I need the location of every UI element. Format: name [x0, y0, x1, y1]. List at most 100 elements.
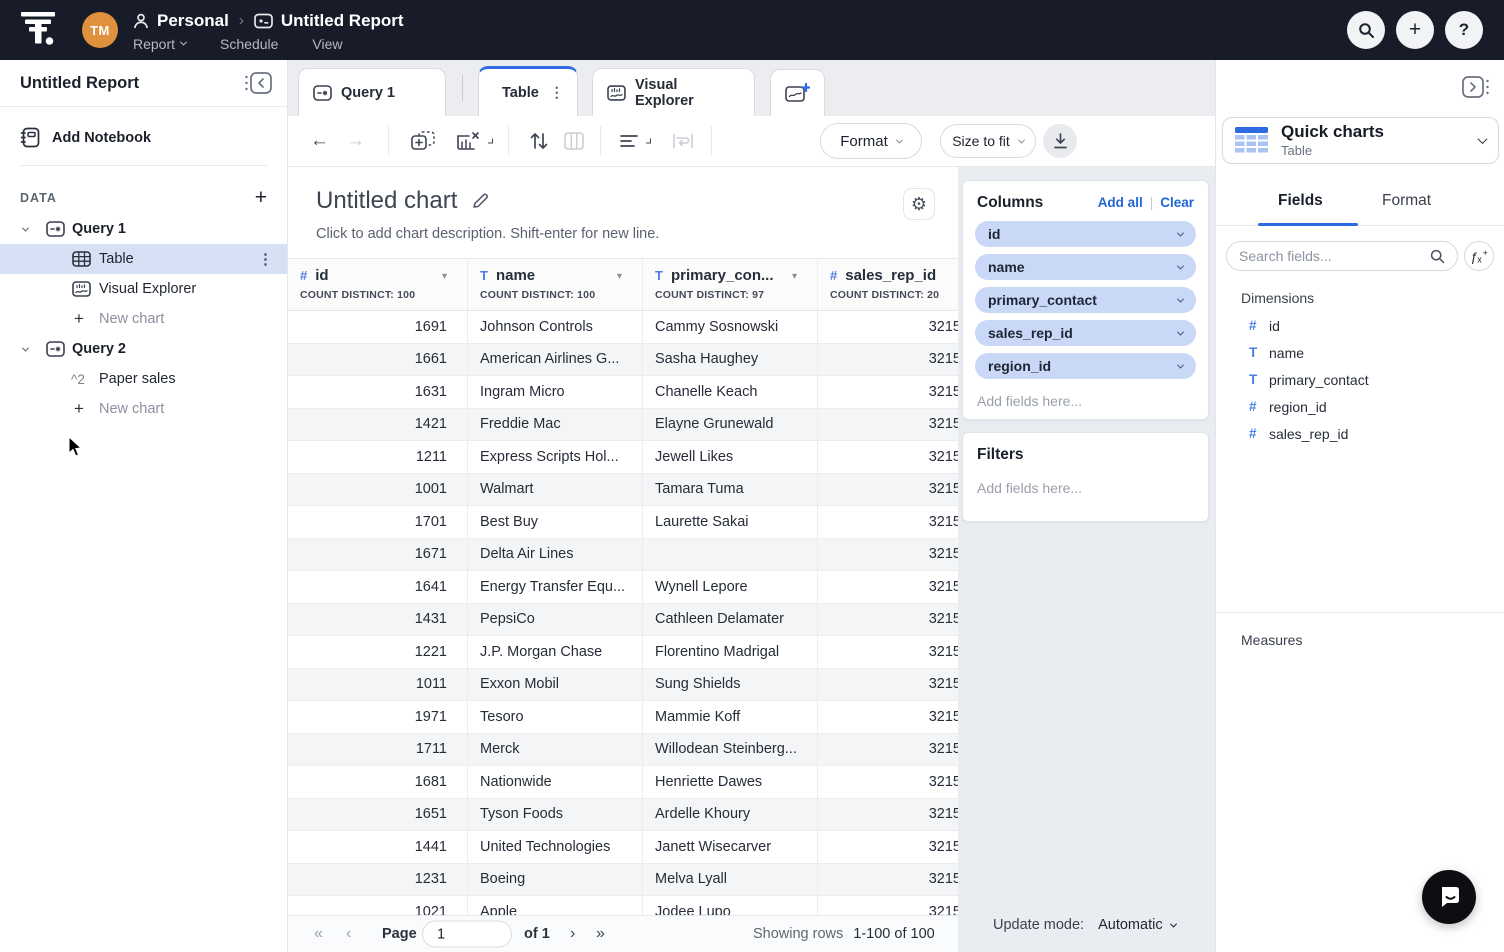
column-pill[interactable]: region_id — [975, 353, 1196, 379]
column-menu-icon[interactable]: ▾ — [442, 271, 447, 282]
divider — [388, 126, 389, 156]
chevron-down-icon[interactable] — [488, 139, 493, 144]
dimension-field[interactable]: T name — [1216, 339, 1504, 366]
tab-menu-button[interactable]: ⋮ — [550, 84, 564, 101]
column-header-id[interactable]: #id ▾ COUNT DISTINCT: 100 — [288, 259, 468, 310]
column-pill[interactable]: primary_contact — [975, 287, 1196, 313]
report-icon — [254, 13, 273, 29]
search-button[interactable] — [1347, 11, 1385, 49]
measures-label: Measures — [1241, 632, 1302, 648]
last-page-button[interactable]: » — [596, 925, 605, 943]
column-header-primary-contact[interactable]: Tprimary_con... ▾ COUNT DISTINCT: 97 — [643, 259, 818, 310]
column-pills: id name primary_contact sales_rep_id reg… — [963, 221, 1208, 379]
page-input[interactable] — [422, 921, 512, 948]
redo-button[interactable]: → — [346, 130, 365, 152]
column-settings-button[interactable] — [564, 132, 584, 150]
tab-fields[interactable]: Fields — [1278, 192, 1323, 210]
download-button[interactable] — [1043, 124, 1077, 158]
topbar: TM Personal › Untitled Report Report Sch… — [0, 0, 1504, 60]
cell-primary-contact: Melva Lyall — [643, 864, 818, 896]
collapse-panel-button[interactable] — [1461, 75, 1491, 99]
row-menu-button[interactable]: ⋮ — [258, 250, 273, 268]
cell-name: J.P. Morgan Chase — [468, 636, 643, 668]
avatar[interactable]: TM — [82, 12, 118, 48]
cell-name: Tyson Foods — [468, 799, 643, 831]
chat-support-button[interactable] — [1422, 870, 1476, 924]
cell-id: 1651 — [288, 799, 468, 831]
add-notebook-button[interactable]: Add Notebook — [20, 127, 267, 148]
column-aggregate: COUNT DISTINCT: 20 — [830, 289, 965, 301]
dimension-field[interactable]: # sales_rep_id — [1216, 420, 1504, 447]
column-header-sales-rep-id[interactable]: #sales_rep_id COUNT DISTINCT: 20 — [818, 259, 978, 310]
app-logo-icon[interactable] — [20, 10, 58, 50]
filters-drop-placeholder[interactable]: Add fields here... — [963, 473, 1208, 503]
tab-visual-explorer[interactable]: Visual Explorer — [592, 68, 755, 116]
cell-primary-contact: Laurette Sakai — [643, 506, 818, 538]
add-data-button[interactable]: + — [255, 187, 267, 208]
chart-title[interactable]: Untitled chart — [316, 187, 457, 215]
column-pill[interactable]: name — [975, 254, 1196, 280]
tab-format[interactable]: Format — [1382, 192, 1431, 210]
text-wrap-button[interactable] — [672, 133, 694, 149]
help-button[interactable]: ? — [1445, 11, 1483, 49]
column-header-name[interactable]: Tname ▾ COUNT DISTINCT: 100 — [468, 259, 643, 310]
mouse-cursor — [68, 436, 83, 457]
menu-schedule[interactable]: Schedule — [220, 36, 278, 52]
search-fields-input[interactable] — [1239, 248, 1430, 264]
report-title: Untitled Report — [20, 74, 139, 93]
table-icon — [72, 251, 91, 267]
menu-view[interactable]: View — [312, 36, 342, 52]
cell-name: Express Scripts Hol... — [468, 441, 643, 473]
dimension-field[interactable]: # id — [1216, 312, 1504, 339]
previous-page-button[interactable]: ‹ — [346, 925, 351, 943]
sidebar-item-table[interactable]: Table ⋮ — [0, 244, 287, 274]
first-page-button[interactable]: « — [314, 925, 323, 943]
clear-link[interactable]: Clear — [1160, 195, 1194, 210]
columns-drop-placeholder[interactable]: Add fields here... — [963, 386, 1208, 416]
align-button[interactable] — [620, 134, 638, 148]
sidebar-item-new-chart-query1[interactable]: + New chart — [0, 304, 287, 334]
edit-title-button[interactable] — [471, 192, 489, 210]
size-to-fit-button[interactable]: Size to fit — [940, 124, 1036, 158]
remove-column-button[interactable] — [456, 131, 480, 151]
breadcrumb-report[interactable]: Untitled Report — [281, 11, 404, 31]
search-fields-box[interactable] — [1226, 241, 1458, 271]
new-chart-tab-button[interactable] — [770, 69, 825, 116]
cell-primary-contact: Florentino Madrigal — [643, 636, 818, 668]
chart-type-selector[interactable]: Quick charts Table — [1222, 117, 1499, 164]
sidebar-item-visual-explorer[interactable]: Visual Explorer — [0, 274, 287, 304]
fields-format-tabs: Fields Format — [1216, 182, 1504, 226]
showing-rows-label: Showing rows — [753, 926, 843, 942]
add-formula-button[interactable]: ƒₓ+ — [1464, 241, 1494, 271]
next-page-button[interactable]: › — [570, 925, 575, 943]
collapse-sidebar-button[interactable] — [243, 71, 273, 95]
column-pill[interactable]: sales_rep_id — [975, 320, 1196, 346]
tab-query1[interactable]: Query 1 — [298, 68, 446, 116]
sidebar-item-query1[interactable]: Query 1 — [0, 214, 287, 244]
update-mode-select[interactable]: Automatic — [1098, 917, 1175, 933]
sort-button[interactable] — [528, 131, 550, 151]
data-section-label: DATA — [20, 191, 57, 205]
column-pill[interactable]: id — [975, 221, 1196, 247]
format-button[interactable]: Format — [820, 123, 922, 159]
cell-sales-rep-id: 3215 — [818, 896, 978, 915]
sidebar-item-paper-sales[interactable]: ^2 Paper sales — [0, 364, 287, 394]
sidebar-item-query2[interactable]: Query 2 — [0, 334, 287, 364]
add-column-button[interactable] — [410, 130, 436, 152]
column-menu-icon[interactable]: ▾ — [792, 271, 797, 282]
column-menu-icon[interactable]: ▾ — [617, 271, 622, 282]
sidebar-item-new-chart-query2[interactable]: + New chart — [0, 394, 287, 424]
cell-sales-rep-id: 3215 — [818, 409, 978, 441]
cell-name: Delta Air Lines — [468, 539, 643, 571]
cell-id: 1421 — [288, 409, 468, 441]
add-button[interactable]: + — [1396, 11, 1434, 49]
tab-table-active[interactable]: Table ⋮ — [478, 66, 578, 116]
menu-report[interactable]: Report — [133, 36, 186, 52]
undo-button[interactable]: ← — [310, 130, 329, 152]
chevron-down-icon[interactable] — [646, 139, 651, 144]
dimension-field[interactable]: # region_id — [1216, 393, 1504, 420]
dimension-field[interactable]: T primary_contact — [1216, 366, 1504, 393]
chart-settings-button[interactable]: ⚙ — [903, 188, 935, 220]
add-all-link[interactable]: Add all — [1098, 195, 1143, 210]
breadcrumb-workspace[interactable]: Personal — [157, 11, 229, 31]
